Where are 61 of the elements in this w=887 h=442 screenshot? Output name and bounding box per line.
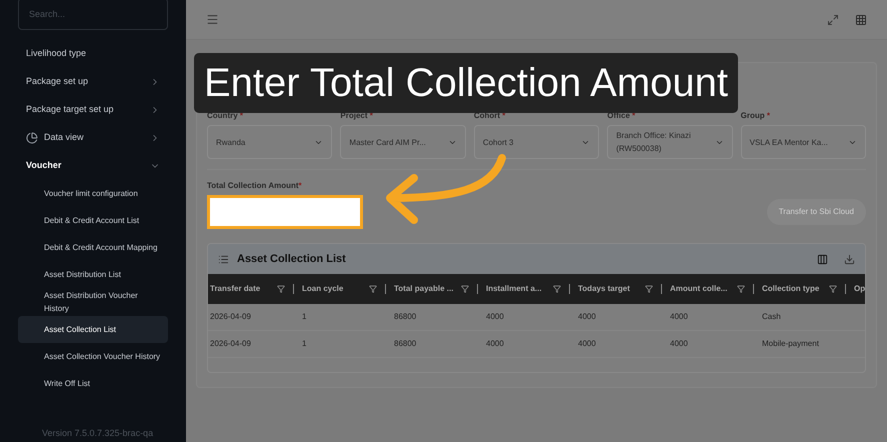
filter-icon[interactable] — [829, 285, 837, 293]
filter-icon[interactable] — [369, 285, 377, 293]
table-cell-text: Cash — [761, 311, 782, 323]
table-cell-text: 1 — [301, 311, 308, 323]
filter-icon[interactable] — [553, 285, 561, 293]
table-cell-text: 4000 — [577, 311, 597, 323]
download-icon[interactable] — [844, 254, 855, 264]
dropdown-select[interactable]: Branch Office: Kinazi (RW500038) — [607, 125, 733, 159]
callout-banner: Enter Total Collection Amount — [194, 53, 738, 113]
column-header[interactable]: Amount colle... — [668, 274, 760, 304]
amount-input-field[interactable] — [207, 195, 363, 229]
menu-icon[interactable] — [206, 13, 219, 26]
version-text: Version 7.5.0.7.325-brac-qa — [41, 426, 154, 440]
list-icon — [218, 254, 229, 264]
column-header[interactable]: Todays target — [576, 274, 668, 304]
table-cell-text: 2026-04-09 — [209, 311, 252, 323]
column-header[interactable]: Collection type — [760, 274, 852, 304]
sidebar-subitem[interactable]: Debit & Credit Account Mapping — [18, 234, 168, 261]
pie-chart-icon — [26, 132, 38, 144]
table-cell-text: 2026-04-09 — [209, 338, 252, 350]
filter-icon[interactable] — [277, 285, 285, 293]
sidebar-subitem[interactable]: Asset Collection List — [18, 316, 168, 343]
sidebar-item[interactable]: Voucher — [18, 152, 168, 180]
table-cell-text: 4000 — [669, 338, 689, 350]
search-field[interactable]: Search... — [18, 0, 168, 30]
table-title: Asset Collection List — [237, 252, 346, 267]
dropdown-select[interactable]: Rwanda — [207, 125, 332, 159]
sidebar-subitem[interactable]: Asset Distribution List — [18, 261, 168, 288]
dropdown-select[interactable]: VSLA EA Mentor Ka... — [740, 125, 866, 159]
apps-grid-icon[interactable] — [855, 14, 867, 26]
table-cell-text: 86800 — [393, 311, 418, 323]
sidebar-subitem[interactable]: Write Off List — [18, 370, 168, 397]
sidebar-subitem[interactable]: Asset Distribution Voucher History — [18, 288, 168, 316]
column-header[interactable]: Transfer date — [208, 274, 300, 304]
sidebar-subitem[interactable]: Voucher limit configuration — [18, 180, 168, 207]
field-label: Total Collection Amount* — [207, 180, 303, 192]
fullscreen-icon[interactable] — [827, 14, 839, 26]
sidebar-subitem[interactable]: Debit & Credit Account List — [18, 207, 168, 234]
column-header[interactable]: Loan cycle — [300, 274, 392, 304]
filter-icon[interactable] — [461, 285, 469, 293]
dropdown-select[interactable]: Master Card AIM Pr... — [340, 125, 466, 159]
column-header[interactable]: Installment a... — [484, 274, 576, 304]
sidebar-item[interactable]: Package target set up — [18, 96, 168, 124]
table-cell-text: 4000 — [577, 338, 597, 350]
table-cell-text: 1 — [301, 338, 308, 350]
column-header[interactable]: Total payable ... — [392, 274, 484, 304]
filter-icon[interactable] — [645, 285, 653, 293]
sidebar-item[interactable]: Data view — [18, 124, 168, 152]
table-cell-text: 4000 — [669, 311, 689, 323]
field-label: Group * — [740, 111, 771, 121]
table-cell-text: 86800 — [393, 338, 418, 350]
dropdown-select[interactable]: Cohort 3 — [474, 125, 600, 159]
sidebar-item[interactable]: Package set up — [18, 68, 168, 96]
sidebar-subitem[interactable]: Asset Collection Voucher History — [18, 343, 168, 370]
column-header[interactable]: Op — [852, 274, 865, 304]
table-cell-text: Mobile-payment — [761, 338, 820, 350]
table-cell-text: 4000 — [485, 311, 505, 323]
filter-icon[interactable] — [737, 285, 745, 293]
columns-icon[interactable] — [817, 254, 828, 264]
sidebar-item[interactable]: Livelihood type — [18, 40, 168, 68]
table-cell-text: 4000 — [485, 338, 505, 350]
